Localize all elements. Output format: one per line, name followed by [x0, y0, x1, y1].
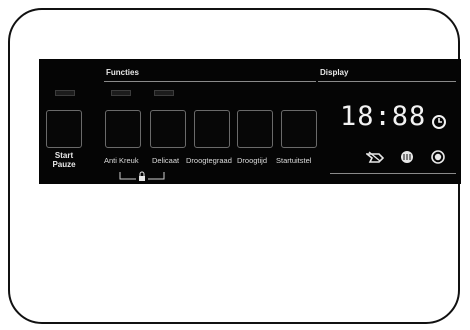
pauze-label: Pauze — [52, 159, 76, 169]
functions-divider — [104, 81, 316, 82]
anti-kreuk-button[interactable] — [105, 110, 141, 148]
start-pauze-label: Start Pauze — [46, 151, 82, 169]
display-header: Display — [320, 68, 349, 77]
droogtijd-label: Droogtijd — [237, 156, 268, 165]
child-lock-icon — [119, 171, 165, 181]
droogtegraad-button[interactable] — [194, 110, 230, 148]
display-bottom-line — [330, 173, 456, 174]
wrinkle-icon — [401, 151, 413, 163]
anti-kreuk-led — [111, 90, 131, 96]
dry-level-icon — [366, 151, 384, 163]
droogtegraad-label: Droogtegraad — [186, 156, 232, 165]
anti-kreuk-label: Anti Kreuk — [104, 156, 139, 165]
time-display: 18:88 — [340, 101, 427, 132]
filter-icon — [431, 150, 445, 164]
functions-header: Functies — [106, 68, 139, 77]
display-divider — [318, 81, 456, 82]
delicaat-led — [154, 90, 174, 96]
startuitstel-label: Startuitstel — [276, 156, 312, 165]
start-pauze-button[interactable] — [46, 110, 82, 148]
clock-icon — [432, 115, 446, 129]
startuitstel-button[interactable] — [281, 110, 317, 148]
droogtijd-button[interactable] — [237, 110, 273, 148]
delicaat-button[interactable] — [150, 110, 186, 148]
delicaat-label: Delicaat — [152, 156, 180, 165]
start-led — [55, 90, 75, 96]
